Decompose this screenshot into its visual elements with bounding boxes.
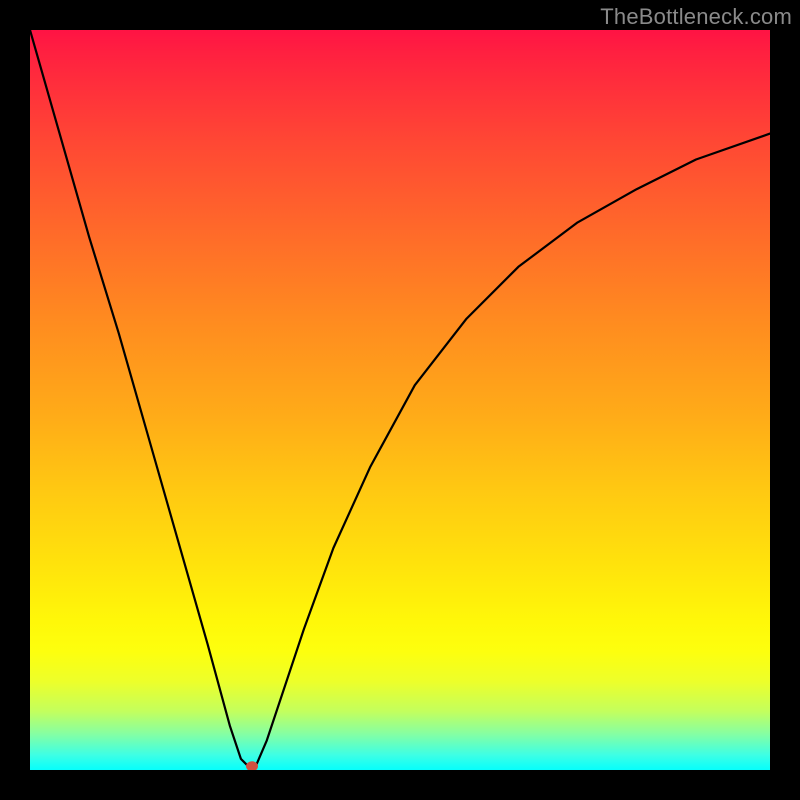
plot-area <box>30 30 770 770</box>
bottleneck-curve <box>30 30 770 770</box>
chart-frame: TheBottleneck.com <box>0 0 800 800</box>
watermark-label: TheBottleneck.com <box>600 4 792 30</box>
